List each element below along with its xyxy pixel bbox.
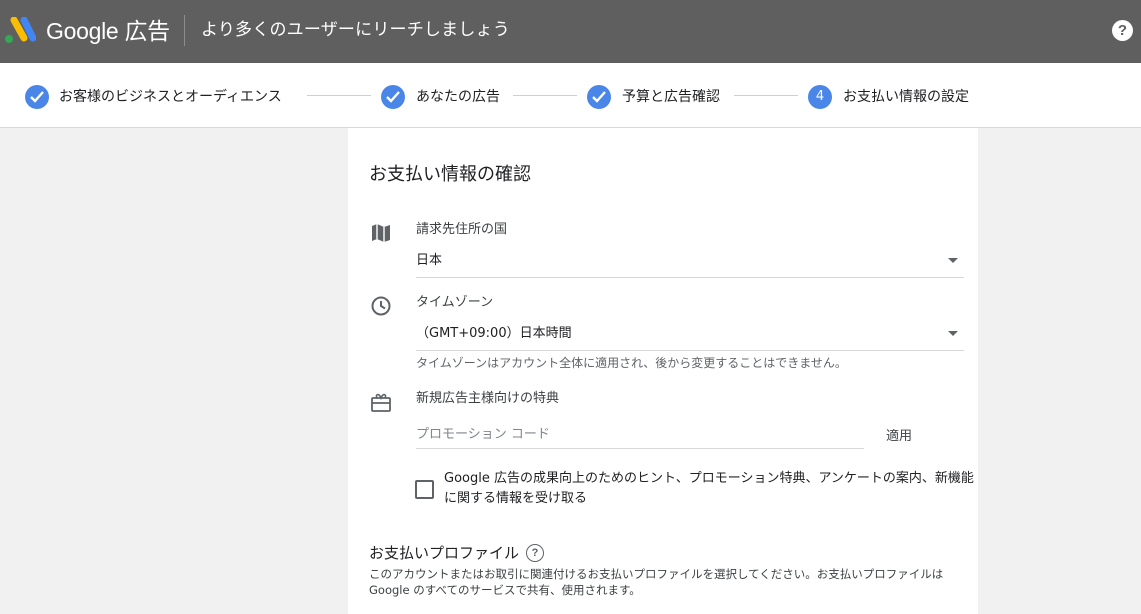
opt-in-label[interactable]: Google 広告の成果向上のためのヒント、プロモーション特典、アンケートの案内…	[444, 469, 976, 509]
google-ads-logo[interactable]	[2, 17, 36, 45]
timezone-select[interactable]: （GMT+09:00）日本時間	[416, 322, 964, 351]
country-select[interactable]: 日本	[416, 249, 964, 278]
help-circle-icon[interactable]: ?	[526, 544, 544, 562]
payment-profile-title: お支払いプロファイル	[369, 544, 520, 562]
progress-stepper: お客様のビジネスとオーディエンス あなたの広告 予算と広告確認 4 お支払い情報…	[0, 63, 1141, 128]
help-icon[interactable]: ?	[1112, 20, 1133, 41]
header-divider	[184, 15, 185, 46]
apply-button[interactable]: 適用	[886, 428, 912, 446]
promo-label: 新規広告主様向けの特典	[416, 391, 560, 406]
step-3-check-icon	[587, 85, 611, 109]
opt-in-checkbox[interactable]	[415, 480, 434, 499]
timezone-value: （GMT+09:00）日本時間	[416, 326, 572, 341]
app-title[interactable]: Google 広告	[46, 15, 170, 47]
step-1-check-icon	[25, 85, 49, 109]
timezone-label: タイムゾーン	[416, 295, 494, 310]
step-3-label[interactable]: 予算と広告確認	[622, 87, 720, 107]
dropdown-arrow-icon	[948, 331, 958, 336]
clock-icon	[371, 296, 391, 316]
step-4-label[interactable]: お支払い情報の設定	[843, 87, 969, 107]
gift-icon	[371, 393, 391, 412]
promo-code-input[interactable]	[416, 421, 864, 449]
step-connector	[734, 95, 798, 96]
country-value: 日本	[416, 253, 443, 268]
step-connector	[307, 95, 371, 96]
step-2-check-icon	[381, 85, 405, 109]
page-title: お支払い情報の確認	[369, 164, 531, 185]
step-2-label[interactable]: あなたの広告	[416, 87, 500, 107]
step-connector	[513, 95, 577, 96]
top-bar: Google 広告 より多くのユーザーにリーチしましょう ?	[0, 0, 1141, 63]
payment-profile-description: このアカウントまたはお取引に関連付けるお支払いプロファイルを選択してください。お…	[369, 567, 944, 597]
timezone-hint: タイムゾーンはアカウント全体に適用され、後から変更することはできません。	[416, 356, 847, 370]
step-1-label[interactable]: お客様のビジネスとオーディエンス	[59, 87, 282, 107]
country-label: 請求先住所の国	[416, 222, 508, 237]
dropdown-arrow-icon	[948, 258, 958, 263]
map-icon	[372, 224, 390, 242]
step-4-number-badge: 4	[808, 85, 832, 109]
header-tagline: より多くのユーザーにリーチしましょう	[201, 20, 510, 40]
